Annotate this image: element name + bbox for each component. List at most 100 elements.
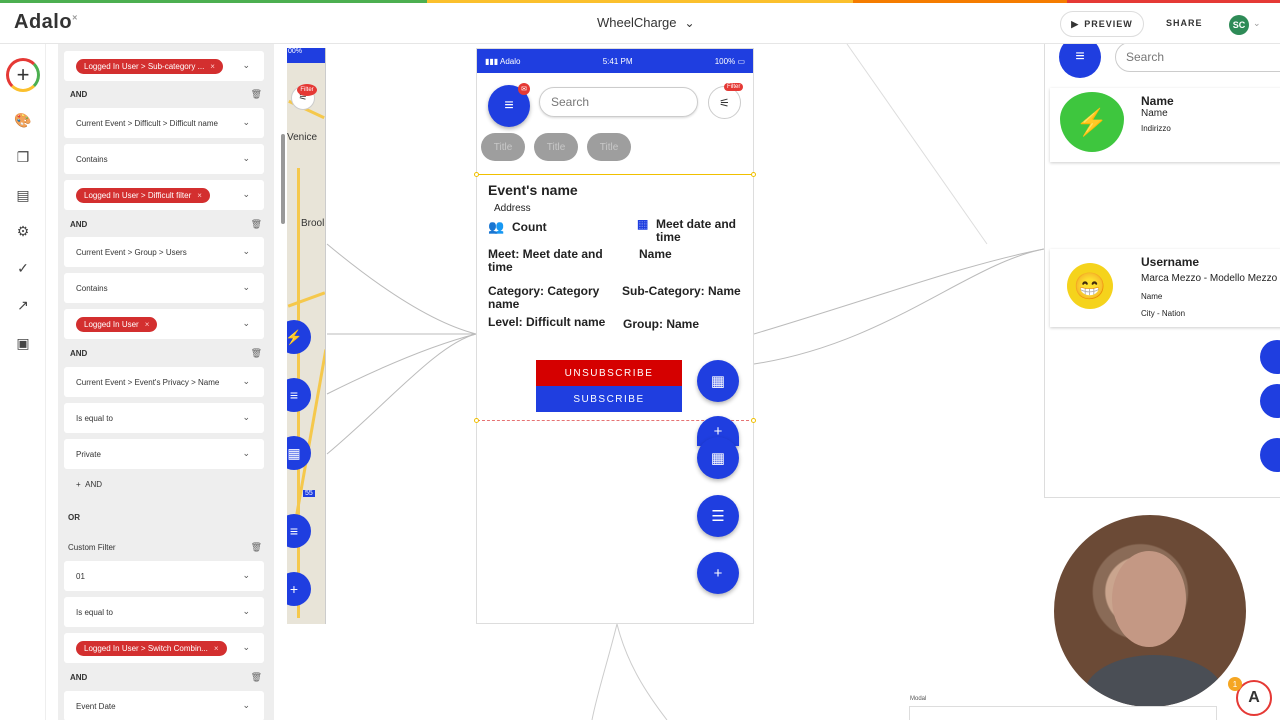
list-icon: ☰ [711, 508, 725, 525]
database-icon[interactable]: ▤ [13, 185, 33, 205]
user-avatar[interactable]: SC [1229, 15, 1249, 35]
charge-station-icon: ⚡ [1060, 92, 1124, 152]
magic-text-chip[interactable]: Logged In User > Difficult filter × [76, 187, 210, 203]
chevron-down-icon: ⌄ [684, 16, 695, 30]
meet-line: Meet: Meet date and time [488, 247, 603, 274]
user-list-screen[interactable]: ≡ Search ⚡ Name Name Indirizzo 😁 Usernam… [1044, 44, 1280, 498]
screens-icon[interactable]: ❐ [13, 147, 33, 167]
notification-badge: 1 [1228, 677, 1242, 691]
menu-button[interactable]: ≡ [1059, 44, 1101, 78]
add-fab[interactable]: + [697, 552, 739, 594]
trash-icon[interactable]: 🗑 [251, 219, 262, 230]
publish-icon[interactable]: ✓ [13, 258, 33, 278]
user-card[interactable]: 😁 Username Marca Mezzo - Modello Mezzo N… [1050, 249, 1280, 327]
analytics-icon[interactable]: ↗ [13, 295, 33, 315]
carrier-label: ▮▮▮ Adalo [485, 56, 521, 66]
subscribe-button[interactable]: SUBSCRIBE [536, 386, 682, 412]
close-icon[interactable]: × [197, 191, 202, 200]
custom-filter-title: Custom Filter [68, 543, 116, 552]
category-chip[interactable]: Title [481, 133, 525, 161]
palette-icon[interactable]: 🎨 [13, 110, 33, 130]
magic-text-chip[interactable]: Logged In User > Switch Combin... × [76, 640, 227, 656]
event-address: Address [494, 203, 531, 214]
trash-icon[interactable]: 🗑 [251, 672, 262, 683]
fab-partial[interactable] [1260, 340, 1280, 374]
calendar-fab[interactable]: ▦ [697, 437, 739, 479]
and-label: AND [70, 673, 88, 682]
filter-icon: ⚟ [719, 95, 730, 110]
category-chip[interactable]: Title [534, 133, 578, 161]
chevron-down-icon: ⌄ [242, 606, 250, 616]
event-card[interactable]: Event's name Address 👥 Count ▦ Meet date… [474, 172, 756, 423]
panel-scrollbar[interactable] [281, 134, 285, 224]
filter-field-select[interactable]: 01 ⌄ [64, 561, 264, 591]
close-icon[interactable]: × [210, 62, 215, 71]
map-label: Venice [287, 132, 318, 143]
filter-operator-select[interactable]: Contains ⌄ [64, 144, 264, 174]
settings-icon[interactable]: ⚙ [13, 221, 33, 241]
plus-icon: + [713, 564, 723, 582]
adalo-logo[interactable]: Adalo× [14, 11, 78, 34]
close-icon[interactable]: × [214, 644, 219, 653]
share-button[interactable]: SHARE [1166, 18, 1203, 28]
mail-badge: ✉ [518, 83, 530, 95]
chevron-down-icon: ⌄ [242, 246, 250, 256]
meet-date: Meet date and time [656, 217, 737, 244]
chevron-down-icon: ⌄ [242, 376, 250, 386]
app-switcher[interactable]: WheelCharge ⌄ [597, 15, 695, 30]
list-fab[interactable]: ≡ [287, 514, 311, 548]
filter-value-chip-row[interactable]: Logged In User > Switch Combin... × ⌄ [64, 633, 264, 663]
search-input[interactable]: Search [1115, 44, 1280, 72]
modal-screen[interactable] [909, 706, 1217, 720]
filter-value-chip-row[interactable]: Logged In User > Sub-category ... × ⌄ [64, 51, 264, 81]
adalo-a-icon: A [1248, 689, 1260, 706]
docs-icon[interactable]: ▣ [13, 333, 33, 353]
chevron-down-icon: ⌄ [242, 117, 250, 127]
chevron-down-icon: ⌄ [242, 700, 250, 710]
vehicle-model: Marca Mezzo - Modello Mezzo [1141, 273, 1278, 284]
fab-partial[interactable] [1260, 438, 1280, 472]
close-icon[interactable]: × [145, 320, 150, 329]
filter-value-chip-row[interactable]: Logged In User × ⌄ [64, 309, 264, 339]
chevron-down-icon: ⌄ [242, 412, 250, 422]
filter-tag: Filter [297, 84, 317, 96]
filter-field-select[interactable]: Current Event > Event's Privacy > Name ⌄ [64, 367, 264, 397]
filter-field-select[interactable]: Current Event > Group > Users ⌄ [64, 237, 264, 267]
unsubscribe-button[interactable]: UNSUBSCRIBE [536, 360, 682, 386]
calendar-fab[interactable]: ▦ [697, 360, 739, 402]
modal-screen-label: Modal [910, 696, 927, 702]
charge-fab[interactable]: ⚡ [287, 320, 311, 354]
user-name: Name [1141, 292, 1163, 301]
filter-operator-select[interactable]: Is equal to ⌄ [64, 597, 264, 627]
trash-icon[interactable]: 🗑 [251, 348, 262, 359]
chevron-down-icon[interactable]: ⌄ [1253, 18, 1261, 29]
magic-text-chip[interactable]: Logged In User > Sub-category ... × [76, 58, 223, 74]
add-and-button[interactable]: + AND [76, 480, 102, 489]
chevron-down-icon: ⌄ [242, 282, 250, 292]
calendar-icon: ▦ [637, 217, 649, 231]
trash-icon[interactable]: 🗑 [251, 89, 262, 100]
chevron-down-icon: ⌄ [242, 189, 250, 199]
and-label: AND [70, 349, 88, 358]
filter-field-select[interactable]: Event Date ⌄ [64, 691, 264, 720]
preview-button[interactable]: ▶ PREVIEW [1060, 11, 1144, 37]
menu-icon: ≡ [504, 97, 514, 114]
filter-value-select[interactable]: Private ⌄ [64, 439, 264, 469]
filter-value-chip-row[interactable]: Logged In User > Difficult filter × ⌄ [64, 180, 264, 210]
list-fab[interactable]: ≡ [287, 378, 311, 412]
station-card[interactable]: ⚡ Name Name Indirizzo [1050, 88, 1280, 162]
filter-operator-select[interactable]: Is equal to ⌄ [64, 403, 264, 433]
trash-icon[interactable]: 🗑 [251, 542, 262, 553]
search-input[interactable]: Search [539, 87, 698, 117]
category-chip[interactable]: Title [587, 133, 631, 161]
filter-operator-select[interactable]: Contains ⌄ [64, 273, 264, 303]
map-screen[interactable]: 00% Venice Brool 55 ⚟ Filter ⚡ ≡ ▦ ≡ + [287, 48, 326, 624]
map-status-bar: 00% [287, 48, 325, 63]
event-list-screen[interactable]: ▮▮▮ Adalo 5:41 PM 100% ▭ ≡ ✉ Search ⚟ Fi… [474, 48, 756, 624]
fab-partial[interactable] [1260, 384, 1280, 418]
magic-text-chip[interactable]: Logged In User × [76, 316, 158, 332]
add-fab[interactable]: + [287, 572, 311, 606]
filter-field-select[interactable]: Current Event > Difficult > Difficult na… [64, 108, 264, 138]
add-component-button[interactable]: + [6, 58, 40, 92]
list-fab[interactable]: ☰ [697, 495, 739, 537]
